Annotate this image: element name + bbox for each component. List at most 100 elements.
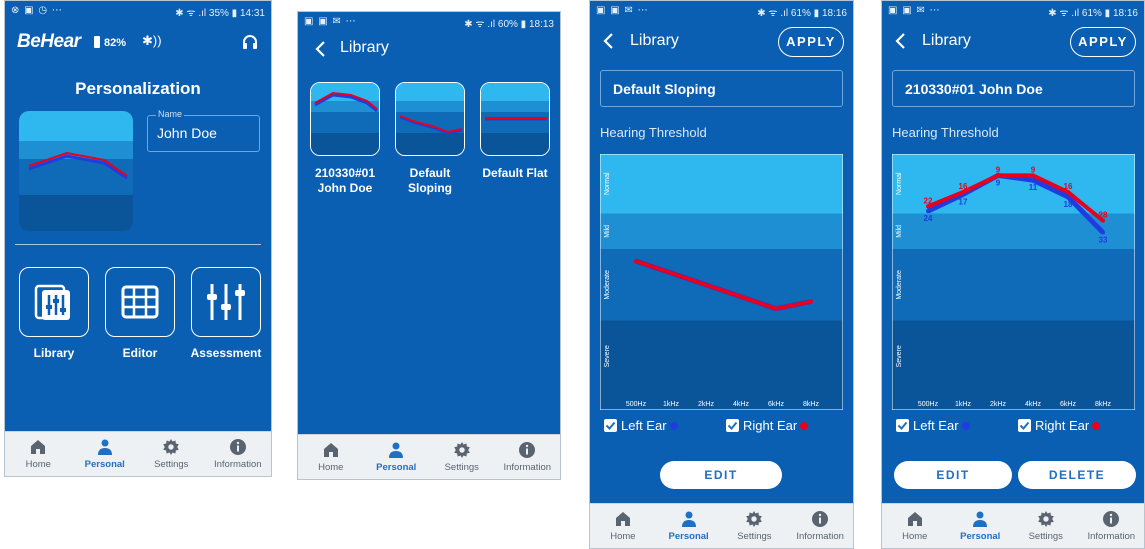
edit-button[interactable]: EDIT	[660, 461, 782, 489]
edit-button[interactable]: EDIT	[894, 461, 1012, 489]
delete-button[interactable]: DELETE	[1018, 461, 1136, 489]
band-mild	[600, 213, 843, 250]
thumbnail-curve	[28, 151, 128, 180]
back-arrow-icon[interactable]	[892, 30, 910, 52]
library-card-default-flat[interactable]	[480, 82, 550, 156]
nav-information[interactable]: Information	[205, 432, 272, 476]
gear-icon	[1037, 511, 1054, 527]
status-bar: ▣ ▣ ✉ ⋯ ✱ ᯤ .ıl 61% ▮ 18:16	[590, 1, 853, 21]
nav-information-label: Information	[1087, 531, 1136, 542]
nav-personal[interactable]: Personal	[364, 435, 430, 479]
grid-icon	[121, 285, 159, 319]
home-icon	[31, 440, 46, 454]
page-title: Library	[630, 32, 679, 49]
status-icons-left: ▣ ▣ ✉ ⋯	[596, 5, 649, 16]
status-icons-right: ✱ ᯤ .ıl 61% ▮ 18:16	[757, 8, 847, 19]
status-icons-left: ▣ ▣ ✉ ⋯	[888, 5, 941, 16]
bottom-nav: Home Personal Settings Information	[5, 431, 271, 476]
nav-settings[interactable]: Settings	[138, 432, 205, 476]
page-title: Library	[922, 32, 971, 49]
nav-home[interactable]: Home	[5, 432, 72, 476]
band-label: Mild	[896, 225, 903, 238]
library-card-john-doe[interactable]	[310, 82, 380, 156]
status-icons-left: ⊗ ▣ ◷ ⋯	[11, 5, 63, 16]
person-icon	[389, 442, 404, 458]
person-icon	[681, 511, 696, 527]
nav-settings[interactable]: Settings	[1013, 504, 1079, 548]
band-label: Severe	[604, 345, 611, 367]
assessment-button[interactable]	[191, 267, 261, 337]
library-list-screen: ▣ ▣ ✉ ⋯ ✱ ᯤ .ıl 60% ▮ 18:13 Library 2103…	[297, 11, 561, 480]
library-card-john-doe-name: 210330#01 John Doe	[305, 166, 385, 196]
home-icon	[323, 443, 338, 457]
editor-button[interactable]	[105, 267, 175, 337]
back-arrow-icon[interactable]	[600, 30, 618, 52]
status-icons-right: ✱ ᯤ .ıl 60% ▮ 18:13	[464, 19, 554, 30]
right-ear-label: Right Ear	[743, 418, 798, 433]
editor-label: Editor	[122, 346, 158, 360]
nav-settings-label: Settings	[1028, 531, 1063, 542]
data-point	[634, 259, 638, 264]
status-bar: ▣ ▣ ✉ ⋯ ✱ ᯤ .ıl 60% ▮ 18:13	[298, 12, 560, 32]
right-ear-toggle[interactable]: Right Ear	[726, 418, 809, 433]
left-ear-toggle[interactable]: Left Ear	[896, 418, 970, 433]
left-ear-label: Left Ear	[913, 418, 959, 433]
data-label: 17	[959, 197, 968, 206]
gear-icon	[453, 442, 470, 458]
card-name-line1: Default Flat	[482, 166, 548, 180]
library-label: Library	[33, 346, 75, 360]
name-field-value: John Doe	[157, 125, 217, 141]
data-point	[704, 282, 708, 287]
data-point	[1101, 230, 1105, 235]
home-icon	[907, 512, 922, 526]
nav-home[interactable]: Home	[882, 504, 948, 548]
battery-indicator: 82%	[94, 36, 126, 49]
person-icon	[973, 511, 988, 527]
info-icon	[812, 511, 829, 527]
nav-information[interactable]: Information	[1079, 504, 1145, 548]
library-icon	[34, 284, 70, 320]
right-ear-toggle[interactable]: Right Ear	[1018, 418, 1101, 433]
library-button[interactable]	[19, 267, 89, 337]
profile-name-field[interactable]: Default Sloping	[600, 70, 843, 107]
assessment-label: Assessment	[190, 346, 262, 360]
nav-information-label: Information	[213, 459, 262, 470]
nav-home[interactable]: Home	[590, 504, 656, 548]
name-field[interactable]: Name John Doe	[147, 109, 260, 152]
band-severe	[600, 320, 843, 410]
nav-personal[interactable]: Personal	[948, 504, 1014, 548]
nav-information[interactable]: Information	[787, 504, 853, 548]
nav-settings[interactable]: Settings	[429, 435, 495, 479]
nav-settings[interactable]: Settings	[722, 504, 788, 548]
nav-information[interactable]: Information	[495, 435, 561, 479]
library-detail-john-doe-screen: ▣ ▣ ✉ ⋯ ✱ ᯤ .ıl 61% ▮ 18:16 Library APPL…	[881, 0, 1145, 549]
headphones-icon[interactable]	[241, 33, 259, 51]
bottom-nav: Home Personal Settings Information	[298, 434, 560, 479]
status-icons-left: ▣ ▣ ✉ ⋯	[304, 16, 357, 27]
nav-personal[interactable]: Personal	[72, 432, 139, 476]
nav-personal[interactable]: Personal	[656, 504, 722, 548]
nav-home[interactable]: Home	[298, 435, 364, 479]
right-ear-color-dot	[800, 422, 809, 430]
library-card-default-sloping[interactable]	[395, 82, 465, 156]
band-severe	[892, 320, 1135, 410]
apply-button[interactable]: APPLY	[778, 27, 844, 57]
band-normal	[600, 154, 843, 214]
checkbox-checked-icon	[1018, 419, 1031, 432]
gear-icon	[163, 439, 180, 455]
data-point	[1031, 178, 1035, 183]
x-tick-label: 1kHz	[663, 401, 679, 408]
back-arrow-icon[interactable]	[312, 38, 330, 60]
x-tick-label: 2kHz	[990, 401, 1006, 408]
data-label: 9	[1031, 165, 1036, 174]
apply-button[interactable]: APPLY	[1070, 27, 1136, 57]
nav-information-label: Information	[796, 531, 844, 542]
left-ear-toggle[interactable]: Left Ear	[604, 418, 678, 433]
status-icons-right: ✱ ᯤ .ıl 61% ▮ 18:16	[1048, 8, 1138, 19]
profile-thumbnail[interactable]	[19, 111, 133, 231]
band-label: Moderate	[604, 270, 611, 300]
profile-name-field[interactable]: 210330#01 John Doe	[892, 70, 1135, 107]
person-icon	[97, 439, 112, 455]
nav-home-label: Home	[318, 462, 344, 473]
status-bar: ⊗ ▣ ◷ ⋯ ✱ ᯤ .ıl 35% ▮ 14:31	[5, 1, 271, 21]
